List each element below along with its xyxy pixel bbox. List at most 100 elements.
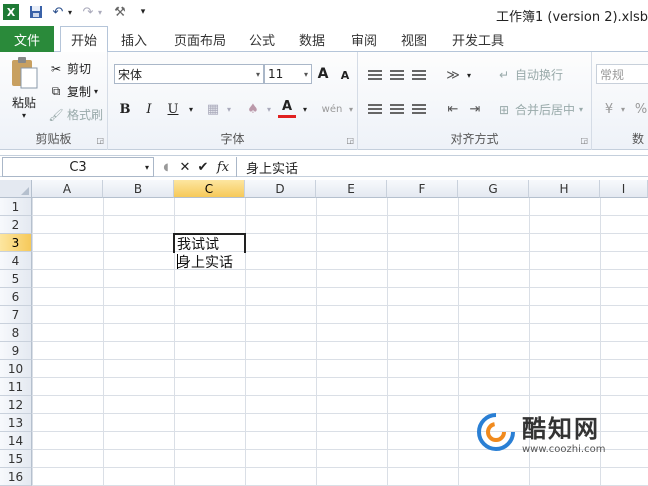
undo-icon[interactable]: ↶ (50, 4, 66, 20)
formula-bar: C3 ▾ ◖ ✕ ✔ fx 身上实话 (0, 155, 648, 177)
cell-reference: C3 (69, 159, 87, 175)
align-center-button[interactable] (388, 100, 406, 118)
grow-font-button[interactable]: A (314, 65, 332, 83)
orientation-dropdown-icon[interactable]: ▾ (460, 66, 478, 84)
clipboard-launcher-icon[interactable]: ◲ (96, 136, 104, 145)
align-right-button[interactable] (410, 100, 428, 118)
insert-function-button[interactable]: fx (214, 159, 232, 175)
cancel-icon[interactable]: ✕ (178, 159, 192, 175)
excel-logo-icon[interactable]: X (3, 4, 19, 20)
font-name-combo[interactable]: 宋体 ▾ (114, 64, 264, 84)
row-header-7[interactable]: 7 (0, 306, 32, 324)
paste-dropdown-icon[interactable]: ▾ (22, 111, 26, 120)
bold-button[interactable]: B (116, 100, 134, 118)
row-header-6[interactable]: 6 (0, 288, 32, 306)
cut-button[interactable]: ✂ 剪切 (48, 60, 91, 77)
row-header-11[interactable]: 11 (0, 378, 32, 396)
align-bottom-button[interactable] (410, 66, 428, 84)
tab-page-layout[interactable]: 页面布局 (164, 26, 236, 52)
wrap-text-button[interactable]: ↵ 自动换行 (496, 66, 563, 83)
column-header-f[interactable]: F (387, 180, 458, 198)
underline-dropdown-icon[interactable]: ▾ (182, 100, 200, 118)
row-header-15[interactable]: 15 (0, 450, 32, 468)
merge-center-button[interactable]: ⊞ 合并后居中 ▾ (496, 101, 583, 118)
paste-button[interactable]: 粘贴 ▾ (4, 56, 44, 120)
redo-icon[interactable]: ↷ (80, 4, 96, 20)
font-name-dropdown-icon[interactable]: ▾ (256, 70, 260, 79)
merge-center-label: 合并后居中 (515, 103, 576, 117)
underline-button[interactable]: U (164, 100, 182, 118)
number-format-combo[interactable]: 常规 (596, 64, 648, 84)
border-dropdown-icon[interactable]: ▾ (220, 100, 238, 118)
row-header-13[interactable]: 13 (0, 414, 32, 432)
tab-file[interactable]: 文件 (0, 26, 54, 52)
row-header-12[interactable]: 12 (0, 396, 32, 414)
undo-dropdown-icon[interactable]: ▾ (66, 4, 74, 20)
row-header-1[interactable]: 1 (0, 198, 32, 216)
tab-formulas[interactable]: 公式 (242, 26, 282, 52)
name-box-dropdown-icon[interactable]: ▾ (145, 163, 149, 172)
tab-review[interactable]: 审阅 (344, 26, 384, 52)
quick-access-menu-icon[interactable]: ▾ (138, 4, 148, 20)
italic-button[interactable]: I (140, 100, 158, 118)
formula-input[interactable]: 身上实话 (236, 157, 648, 177)
row-header-14[interactable]: 14 (0, 432, 32, 450)
save-icon[interactable] (28, 4, 44, 20)
tab-developer[interactable]: 开发工具 (446, 26, 510, 52)
copy-dropdown-icon[interactable]: ▾ (94, 87, 98, 96)
font-size-combo[interactable]: 11 ▾ (264, 64, 312, 84)
paste-label: 粘贴 (11, 96, 36, 110)
row-header-3[interactable]: 3 (0, 234, 32, 252)
tab-home[interactable]: 开始 (60, 26, 108, 53)
row-header-9[interactable]: 9 (0, 342, 32, 360)
column-header-e[interactable]: E (316, 180, 387, 198)
copy-button[interactable]: ⧉ 复制 ▾ (48, 83, 98, 100)
shrink-font-button[interactable]: A (336, 66, 354, 84)
tab-insert[interactable]: 插入 (112, 26, 156, 52)
increase-indent-icon[interactable]: ⇥ (466, 100, 484, 118)
row-header-10[interactable]: 10 (0, 360, 32, 378)
wrap-text-icon: ↵ (498, 67, 510, 82)
row-header-4[interactable]: 4 (0, 252, 32, 270)
merge-dropdown-icon[interactable]: ▾ (579, 105, 583, 114)
column-header-i[interactable]: I (600, 180, 648, 198)
row-header-8[interactable]: 8 (0, 324, 32, 342)
format-painter-label: 格式刷 (67, 108, 104, 122)
tab-data[interactable]: 数据 (292, 26, 332, 52)
formula-bar-splitter-icon[interactable]: ◖ (160, 159, 172, 175)
column-header-d[interactable]: D (245, 180, 316, 198)
font-color-button[interactable]: A (278, 98, 296, 118)
name-box[interactable]: C3 ▾ (2, 157, 154, 177)
fill-color-dropdown-icon[interactable]: ▾ (260, 100, 278, 118)
wrap-text-label: 自动换行 (515, 68, 564, 82)
select-all-button[interactable] (0, 180, 32, 198)
column-header-a[interactable]: A (32, 180, 103, 198)
align-left-button[interactable] (366, 100, 384, 118)
row-header-2[interactable]: 2 (0, 216, 32, 234)
watermark-logo-icon (477, 413, 515, 451)
redo-dropdown-icon[interactable]: ▾ (96, 4, 104, 20)
font-color-dropdown-icon[interactable]: ▾ (296, 100, 314, 118)
decrease-indent-icon[interactable]: ⇤ (444, 100, 462, 118)
font-group: 宋体 ▾ 11 ▾ A A B I U ▾ ▦ ▾ ♠ ▾ A ▾ wén ▾ … (108, 52, 358, 150)
align-middle-button[interactable] (388, 66, 406, 84)
alignment-launcher-icon[interactable]: ◲ (580, 136, 588, 145)
column-header-c[interactable]: C (174, 180, 245, 198)
column-header-h[interactable]: H (529, 180, 600, 198)
phonetic-button[interactable]: wén (320, 100, 344, 118)
tab-view[interactable]: 视图 (394, 26, 434, 52)
column-header-b[interactable]: B (103, 180, 174, 198)
clipboard-group: 粘贴 ▾ ✂ 剪切 ⧉ 复制 ▾ 🖌 格式刷 剪贴板 ◲ (0, 52, 108, 150)
customize-icon[interactable]: ⚒ (112, 4, 128, 20)
align-top-button[interactable] (366, 66, 384, 84)
column-header-g[interactable]: G (458, 180, 529, 198)
currency-dropdown-icon[interactable]: ▾ (614, 100, 632, 118)
row-header-16[interactable]: 16 (0, 468, 32, 486)
scissors-icon: ✂ (50, 61, 62, 76)
font-size-dropdown-icon[interactable]: ▾ (304, 70, 308, 79)
font-launcher-icon[interactable]: ◲ (346, 136, 354, 145)
format-painter-button[interactable]: 🖌 格式刷 (48, 106, 103, 123)
row-header-5[interactable]: 5 (0, 270, 32, 288)
enter-icon[interactable]: ✔ (196, 159, 210, 175)
percent-button[interactable]: % (632, 100, 648, 118)
